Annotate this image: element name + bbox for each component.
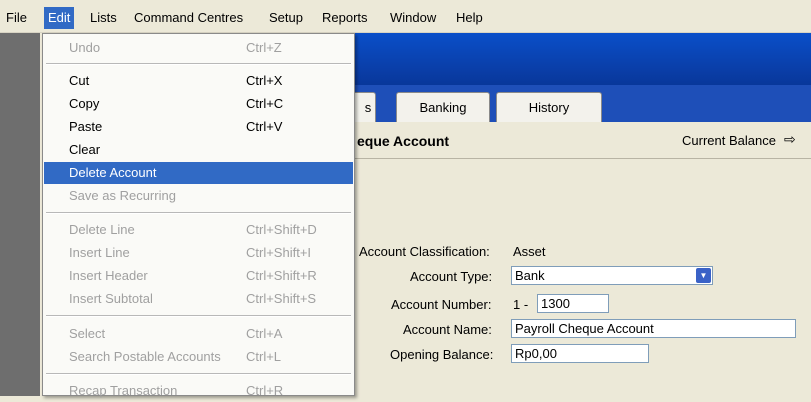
tab-banking-label: Banking bbox=[419, 100, 467, 115]
menu-item-search-postable-accounts[interactable]: Search Postable Accounts Ctrl+L bbox=[44, 346, 353, 368]
menu-reports[interactable]: Reports bbox=[318, 9, 372, 27]
account-number-value: 1300 bbox=[541, 296, 570, 311]
menu-item-label: Clear bbox=[69, 142, 101, 157]
menu-item-shortcut: Ctrl+R bbox=[246, 383, 284, 398]
menu-item-undo[interactable]: Undo Ctrl+Z bbox=[44, 37, 353, 59]
background-workspace bbox=[0, 33, 40, 396]
account-type-select[interactable]: Bank bbox=[511, 266, 713, 285]
menu-item-shortcut: Ctrl+V bbox=[246, 119, 283, 134]
menu-item-shortcut: Ctrl+Shift+D bbox=[246, 222, 317, 237]
menu-item-select[interactable]: Select Ctrl+A bbox=[44, 323, 353, 345]
menu-item-label: Save as Recurring bbox=[69, 188, 176, 203]
edit-menu-dropdown: Undo Ctrl+Z Cut Ctrl+X Copy Ctrl+C Paste… bbox=[42, 33, 355, 398]
menu-window[interactable]: Window bbox=[386, 9, 440, 27]
opening-balance-label: Opening Balance: bbox=[390, 347, 494, 362]
menu-item-label: Recap Transaction bbox=[69, 383, 178, 398]
menu-item-shortcut: Ctrl+Shift+I bbox=[246, 245, 312, 260]
chevron-down-icon[interactable]: ▼ bbox=[696, 268, 711, 283]
menu-item-clear[interactable]: Clear bbox=[44, 139, 353, 161]
account-number-prefix: 1 - bbox=[513, 297, 529, 312]
tab-history-label: History bbox=[528, 100, 570, 115]
menu-separator bbox=[46, 63, 351, 65]
current-balance-label: Current Balance bbox=[682, 133, 776, 148]
menu-item-delete-line[interactable]: Delete Line Ctrl+Shift+D bbox=[44, 219, 353, 241]
menu-item-cut[interactable]: Cut Ctrl+X bbox=[44, 70, 353, 92]
classification-value: Asset bbox=[513, 244, 546, 259]
menu-separator bbox=[46, 373, 351, 375]
menu-item-label: Insert Header bbox=[69, 268, 148, 283]
menu-separator bbox=[46, 315, 351, 317]
menu-separator bbox=[46, 212, 351, 214]
menu-item-label: Copy bbox=[69, 96, 100, 111]
menu-bar: File Edit Lists Command Centres Setup Re… bbox=[0, 0, 811, 33]
account-name-field[interactable]: Payroll Cheque Account bbox=[511, 319, 796, 338]
menu-item-shortcut: Ctrl+Shift+S bbox=[246, 291, 317, 306]
menu-edit[interactable]: Edit bbox=[44, 7, 75, 29]
menu-item-shortcut: Ctrl+X bbox=[246, 73, 283, 88]
menu-item-label: Delete Line bbox=[69, 222, 135, 237]
menu-item-shortcut: Ctrl+L bbox=[246, 349, 282, 364]
menu-item-shortcut: Ctrl+Z bbox=[246, 40, 282, 55]
menu-item-recap-transaction[interactable]: Recap Transaction Ctrl+R bbox=[44, 380, 353, 402]
menu-item-insert-header[interactable]: Insert Header Ctrl+Shift+R bbox=[44, 265, 353, 287]
menu-item-label: Paste bbox=[69, 119, 103, 134]
opening-balance-value: Rp0,00 bbox=[515, 346, 557, 361]
opening-balance-field[interactable]: Rp0,00 bbox=[511, 344, 649, 363]
menu-item-shortcut: Ctrl+A bbox=[246, 326, 283, 341]
account-name-value: Payroll Cheque Account bbox=[515, 321, 654, 336]
menu-item-insert-line[interactable]: Insert Line Ctrl+Shift+I bbox=[44, 242, 353, 264]
menu-item-label: Select bbox=[69, 326, 106, 341]
tab-banking[interactable]: Banking bbox=[396, 92, 490, 123]
account-number-field[interactable]: 1300 bbox=[537, 294, 609, 313]
menu-item-shortcut: Ctrl+C bbox=[246, 96, 284, 111]
arrow-right-icon[interactable]: ⇨ bbox=[784, 131, 796, 148]
menu-lists[interactable]: Lists bbox=[86, 9, 121, 27]
account-name-label: Account Name: bbox=[403, 322, 492, 337]
menu-help[interactable]: Help bbox=[452, 9, 487, 27]
account-type-value: Bank bbox=[515, 268, 545, 283]
menu-item-copy[interactable]: Copy Ctrl+C bbox=[44, 93, 353, 115]
menu-item-label: Cut bbox=[69, 73, 90, 88]
tab-history[interactable]: History bbox=[496, 92, 602, 123]
classification-label: Account Classification: bbox=[359, 244, 490, 259]
menu-item-save-as-recurring[interactable]: Save as Recurring bbox=[44, 185, 353, 207]
menu-item-shortcut: Ctrl+Shift+R bbox=[246, 268, 317, 283]
account-number-label: Account Number: bbox=[391, 297, 492, 312]
menu-item-label: Insert Subtotal bbox=[69, 291, 153, 306]
menu-item-paste[interactable]: Paste Ctrl+V bbox=[44, 116, 353, 138]
menu-command-centres[interactable]: Command Centres bbox=[130, 9, 247, 27]
menu-item-delete-account[interactable]: Delete Account bbox=[44, 162, 353, 184]
menu-item-label: Delete Account bbox=[69, 165, 157, 180]
account-type-label: Account Type: bbox=[410, 269, 493, 284]
menu-item-label: Search Postable Accounts bbox=[69, 349, 221, 364]
menu-item-insert-subtotal[interactable]: Insert Subtotal Ctrl+Shift+S bbox=[44, 288, 353, 310]
tab-partial-label: s bbox=[364, 100, 372, 115]
menu-setup[interactable]: Setup bbox=[265, 9, 307, 27]
menu-file[interactable]: File bbox=[2, 9, 31, 27]
menu-item-label: Undo bbox=[69, 40, 101, 55]
window-title-bar[interactable] bbox=[354, 33, 811, 85]
account-title: eque Account bbox=[357, 133, 450, 149]
menu-item-label: Insert Line bbox=[69, 245, 130, 260]
